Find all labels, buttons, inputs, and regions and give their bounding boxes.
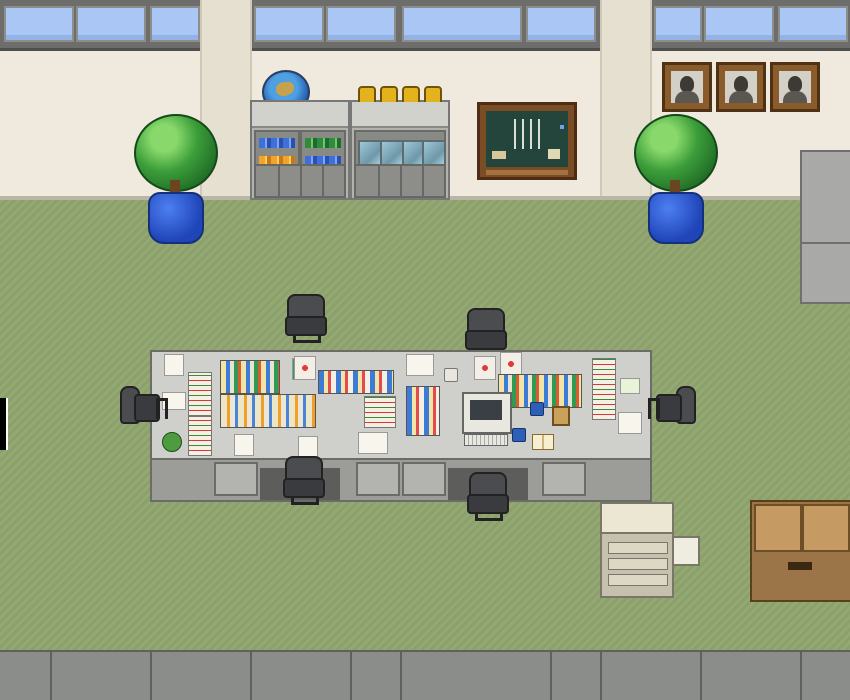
photo-frame[interactable] (552, 406, 570, 426)
office-chair[interactable] (283, 456, 325, 505)
chalkboard[interactable] (477, 102, 577, 180)
desk-cluster[interactable] (150, 350, 652, 502)
potted-plant[interactable] (634, 114, 718, 244)
desk[interactable] (400, 352, 590, 460)
keyboard[interactable] (464, 434, 508, 446)
portrait-frame[interactable] (770, 62, 820, 112)
box-handle (788, 562, 812, 570)
window-pane (4, 6, 74, 42)
document-stack[interactable] (188, 416, 212, 456)
chalkboard-surface (486, 111, 568, 167)
document-stack[interactable] (188, 372, 212, 416)
memo-card[interactable] (294, 356, 316, 380)
window-pane (150, 6, 200, 42)
portrait-image (779, 71, 811, 103)
box-lid (802, 504, 850, 552)
cabinet-top (252, 102, 348, 128)
portrait-image (725, 71, 757, 103)
paper-sheet[interactable] (164, 354, 184, 376)
map-edge-marker (0, 398, 8, 450)
office-chair[interactable] (465, 308, 507, 357)
desk-drawer[interactable] (214, 462, 258, 496)
window-row-right (650, 0, 850, 51)
box-lid (754, 504, 802, 552)
portrait-frame[interactable] (716, 62, 766, 112)
copier-tray[interactable] (608, 558, 668, 570)
bookcase[interactable] (250, 100, 350, 200)
desk-drawer[interactable] (402, 462, 446, 496)
computer-screen (470, 400, 502, 420)
paper-sheet[interactable] (620, 378, 640, 394)
desk-bookshelf[interactable] (318, 370, 394, 394)
window-pane (254, 6, 324, 42)
document-stack[interactable] (364, 396, 396, 428)
desk-drawer[interactable] (356, 462, 400, 496)
chalk-tray (486, 170, 568, 175)
copier-lid[interactable] (600, 502, 674, 536)
cabinet-doors[interactable] (254, 164, 346, 198)
portrait-frame[interactable] (662, 62, 712, 112)
plant-pot (148, 192, 204, 244)
window-pane (402, 6, 522, 42)
glass-cabinet[interactable] (350, 86, 450, 200)
paper-sheet[interactable] (406, 354, 434, 376)
desk-drawer[interactable] (542, 462, 586, 496)
desk[interactable] (214, 352, 402, 460)
computer-monitor[interactable] (462, 392, 512, 434)
window-pane (76, 6, 146, 42)
desk-bookshelf[interactable] (220, 394, 316, 428)
window-row-left (0, 0, 200, 51)
window-pane (778, 6, 848, 42)
copier[interactable] (600, 502, 700, 598)
copier-body (600, 532, 674, 598)
paper-sheet[interactable] (358, 432, 388, 454)
window-pane (526, 6, 596, 42)
office-chair[interactable] (285, 294, 327, 343)
cabinet-top (352, 102, 448, 128)
paper-sheet[interactable] (298, 436, 318, 458)
copier-tray[interactable] (608, 542, 668, 554)
coffee-mug[interactable] (444, 368, 458, 382)
window-pane (704, 6, 774, 42)
coffee-mug[interactable] (512, 428, 526, 442)
coffee-mug[interactable] (530, 402, 544, 416)
office-room-scene (0, 0, 850, 700)
front-wall (0, 650, 850, 700)
cabinet-doors[interactable] (354, 164, 446, 198)
office-chair[interactable] (648, 384, 696, 424)
copier-output-tray[interactable] (672, 536, 700, 566)
desk-plant[interactable] (162, 432, 182, 452)
window-row-center (250, 0, 600, 51)
document-stack[interactable] (592, 358, 616, 420)
desk-bookshelf[interactable] (220, 360, 280, 394)
desk-front (152, 458, 650, 500)
open-book[interactable] (532, 434, 554, 450)
copier-tray[interactable] (608, 574, 668, 586)
cardboard-boxes[interactable] (750, 500, 850, 602)
memo-card[interactable] (500, 352, 522, 376)
window-pane (326, 6, 396, 42)
window-pane (654, 6, 702, 42)
locker[interactable] (800, 150, 850, 304)
plant-pot (648, 192, 704, 244)
portrait-image (671, 71, 703, 103)
paper-sheet[interactable] (234, 434, 254, 456)
paper-sheet[interactable] (618, 412, 642, 434)
potted-plant[interactable] (134, 114, 218, 244)
office-chair[interactable] (467, 472, 509, 521)
memo-card[interactable] (474, 356, 496, 380)
desk[interactable] (588, 352, 650, 460)
desk-bookshelf[interactable] (406, 386, 440, 436)
office-chair[interactable] (120, 384, 168, 424)
